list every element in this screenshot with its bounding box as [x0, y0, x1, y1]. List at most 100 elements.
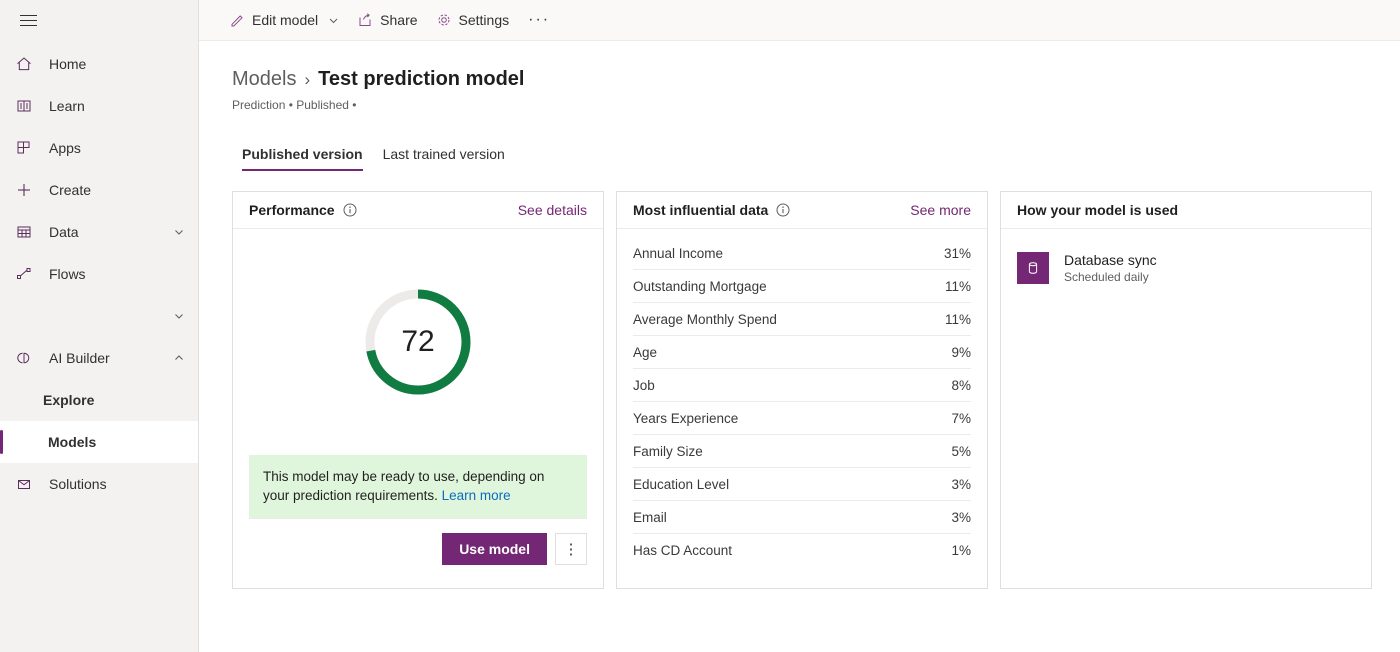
settings-button[interactable]: Settings	[427, 4, 519, 36]
performance-card-footer: Use model ⋮	[249, 518, 587, 579]
edit-model-button[interactable]: Edit model	[220, 4, 348, 36]
breadcrumb-parent-link[interactable]: Models	[232, 68, 296, 91]
solutions-icon	[13, 473, 35, 495]
sidebar-item-apps[interactable]: Apps	[0, 127, 198, 169]
influential-data-name: Age	[633, 345, 657, 360]
influential-data-row: Email 3%	[633, 501, 971, 534]
influential-card-title: Most influential data	[633, 202, 768, 218]
use-model-button[interactable]: Use model	[442, 533, 547, 565]
influential-data-row: Education Level 3%	[633, 468, 971, 501]
sidebar: Home Learn Apps Create	[0, 0, 199, 652]
tab-published-version[interactable]: Published version	[232, 138, 373, 171]
see-more-link[interactable]: See more	[910, 202, 971, 218]
influential-data-value: 8%	[951, 378, 971, 393]
influential-data-value: 11%	[945, 312, 971, 327]
sidebar-item-explore[interactable]: Explore	[0, 379, 198, 421]
tab-last-trained-version[interactable]: Last trained version	[373, 138, 515, 171]
sidebar-item-data[interactable]: Data	[0, 211, 198, 253]
sidebar-item-create[interactable]: Create	[0, 169, 198, 211]
sidebar-item-ai-builder[interactable]: AI Builder	[0, 337, 198, 379]
sidebar-item-models[interactable]: Models	[0, 421, 198, 463]
tab-label: Last trained version	[383, 146, 505, 162]
influential-data-value: 11%	[945, 279, 971, 294]
overflow-menu-button[interactable]: ···	[518, 12, 560, 28]
sidebar-item-label: Learn	[49, 98, 186, 114]
info-icon[interactable]	[776, 203, 790, 217]
sidebar-item-learn[interactable]: Learn	[0, 85, 198, 127]
main-area: Edit model Share Settings ···	[199, 0, 1400, 652]
share-icon	[357, 12, 373, 28]
breadcrumb-separator-icon: ›	[304, 70, 310, 90]
influential-data-row: Years Experience7%	[633, 402, 971, 435]
influential-data-value: 9%	[951, 345, 971, 360]
app-root: Home Learn Apps Create	[0, 0, 1400, 652]
sidebar-item-solutions[interactable]: Solutions	[0, 463, 198, 505]
sidebar-item-label: Home	[49, 56, 186, 72]
tab-label: Published version	[242, 146, 363, 162]
influential-data-row: Average Monthly Spend11%	[633, 303, 971, 336]
influential-data-name: Has CD Account	[633, 543, 732, 558]
influential-data-value: 3%	[951, 510, 971, 525]
influential-data-row: Outstanding Mortgage 11%	[633, 270, 971, 303]
more-options-button[interactable]: ⋮	[555, 533, 587, 565]
influential-data-row: Family Size5%	[633, 435, 971, 468]
chevron-down-icon[interactable]	[172, 309, 186, 323]
sidebar-nav: Home Learn Apps Create	[0, 43, 198, 505]
gear-icon	[436, 12, 452, 28]
readiness-banner: This model may be ready to use, dependin…	[249, 455, 587, 518]
table-icon	[13, 221, 35, 243]
influential-data-row: Annual Income31%	[633, 237, 971, 270]
influential-data-row: Has CD Account 1%	[633, 534, 971, 567]
sidebar-item-label: Models	[13, 434, 186, 450]
home-icon	[13, 53, 35, 75]
performance-card-body: 72 This model may be ready to use, depen…	[233, 229, 603, 588]
usage-item-texts: Database sync Scheduled daily	[1064, 252, 1157, 284]
influential-data-name: Job	[633, 378, 655, 393]
usage-item-title: Database sync	[1064, 252, 1157, 268]
model-subcaption: Prediction • Published •	[232, 98, 1400, 112]
chevron-down-icon[interactable]	[327, 14, 339, 26]
sidebar-item-label: Apps	[49, 140, 186, 156]
donut-chart: 72	[362, 286, 474, 398]
sidebar-item-flows[interactable]: Flows	[0, 253, 198, 295]
sidebar-item-collapsed-group[interactable]	[0, 295, 198, 337]
version-tabs: Published version Last trained version	[232, 138, 1400, 171]
influential-data-value: 5%	[951, 444, 971, 459]
hamburger-icon[interactable]	[8, 0, 48, 40]
influential-data-row: Job 8%	[633, 369, 971, 402]
info-icon[interactable]	[343, 203, 357, 217]
flow-icon	[13, 263, 35, 285]
learn-more-link[interactable]: Learn more	[442, 488, 511, 503]
sidebar-item-label: AI Builder	[49, 350, 172, 366]
performance-card: Performance See details	[232, 191, 604, 589]
breadcrumb: Models › Test prediction model	[232, 68, 1400, 91]
edit-model-label: Edit model	[252, 12, 318, 28]
model-usage-card: How your model is used Database sync Sch…	[1000, 191, 1372, 589]
influential-data-name: Years Experience	[633, 411, 738, 426]
usage-list-item[interactable]: Database sync Scheduled daily	[1001, 229, 1371, 284]
chevron-down-icon[interactable]	[172, 225, 186, 239]
influential-card-header: Most influential data See more	[617, 192, 987, 229]
command-bar: Edit model Share Settings ···	[199, 0, 1400, 41]
share-button[interactable]: Share	[348, 4, 426, 36]
influential-data-name: Education Level	[633, 477, 729, 492]
influential-data-value: 3%	[951, 477, 971, 492]
see-details-link[interactable]: See details	[518, 202, 587, 218]
usage-card-header: How your model is used	[1001, 192, 1371, 229]
influential-data-name: Email	[633, 510, 667, 525]
database-icon	[1017, 252, 1049, 284]
cards-row: Performance See details	[232, 191, 1400, 589]
influential-data-row: Age 9%	[633, 336, 971, 369]
sidebar-item-label: Data	[49, 224, 172, 240]
sidebar-item-label: Solutions	[49, 476, 186, 492]
influential-data-list: Annual Income31%Outstanding Mortgage11%A…	[617, 237, 987, 567]
performance-score: 72	[362, 286, 474, 398]
influential-data-name: Outstanding Mortgage	[633, 279, 767, 294]
usage-card-body: Database sync Scheduled daily	[1001, 229, 1371, 588]
influential-data-value: 1%	[951, 543, 971, 558]
ai-builder-brain-icon	[13, 347, 35, 369]
page-content: Models › Test prediction model Predictio…	[199, 68, 1400, 589]
chevron-up-icon[interactable]	[172, 351, 186, 365]
usage-item-subtitle: Scheduled daily	[1064, 270, 1157, 284]
sidebar-item-home[interactable]: Home	[0, 43, 198, 85]
